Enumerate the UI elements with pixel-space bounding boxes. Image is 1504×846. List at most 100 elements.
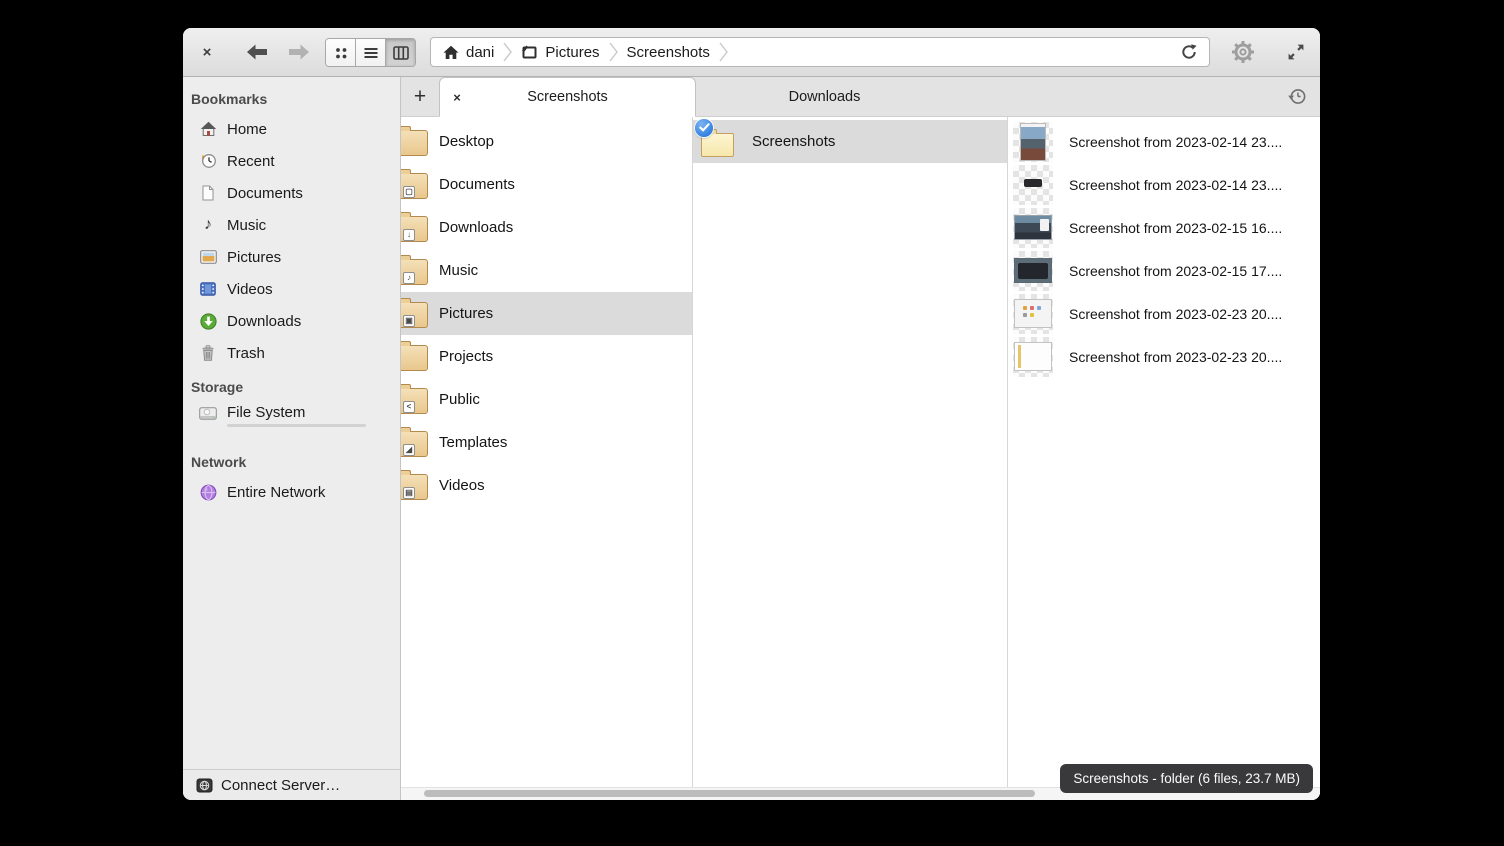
harddisk-icon xyxy=(199,404,217,422)
back-button[interactable] xyxy=(241,41,273,63)
folder-row-templates[interactable]: ◢ Templates xyxy=(401,421,692,464)
folder-name: Public xyxy=(439,391,480,408)
file-row[interactable]: Screenshot from 2023-02-15 16.... xyxy=(1008,206,1320,249)
titlebar: × xyxy=(183,28,1320,77)
sidebar-section-bookmarks: Bookmarks xyxy=(183,81,400,113)
folder-icon xyxy=(401,130,428,156)
folder-row-pictures[interactable]: ▣ Pictures xyxy=(401,292,692,335)
trash-icon xyxy=(199,344,217,362)
file-row[interactable]: Screenshot from 2023-02-23 20.... xyxy=(1008,335,1320,378)
refresh-button[interactable] xyxy=(1177,40,1201,64)
sidebar-item-label: Pictures xyxy=(227,249,281,266)
list-view-button[interactable] xyxy=(356,39,386,66)
column-pictures: Screenshots xyxy=(693,117,1008,800)
connect-server-button[interactable]: Connect Server… xyxy=(183,769,400,800)
sidebar-item-label: Trash xyxy=(227,345,265,362)
folder-row-videos[interactable]: ▤ Videos xyxy=(401,464,692,507)
sidebar-item-documents[interactable]: Documents xyxy=(183,177,400,209)
sidebar-item-home[interactable]: Home xyxy=(183,113,400,145)
folder-row-desktop[interactable]: Desktop xyxy=(401,120,692,163)
sidebar-item-trash[interactable]: Trash xyxy=(183,337,400,369)
folder-name: Screenshots xyxy=(752,133,835,150)
file-row[interactable]: Screenshot from 2023-02-23 20.... xyxy=(1008,292,1320,335)
disk-usage-bar xyxy=(227,424,366,427)
miller-columns: Desktop ▢ Documents ↓ Downloads ♪ Music xyxy=(401,117,1320,800)
folder-icon: ♪ xyxy=(401,259,428,285)
forward-button[interactable] xyxy=(283,41,315,63)
breadcrumb-screenshots[interactable]: Screenshots xyxy=(627,38,710,66)
status-tooltip: Screenshots - folder (6 files, 23.7 MB) xyxy=(1060,764,1313,793)
horizontal-scrollbar-thumb[interactable] xyxy=(424,790,1035,797)
sidebar-item-label: Entire Network xyxy=(227,484,325,501)
refresh-icon xyxy=(1180,43,1198,61)
gear-icon xyxy=(1230,39,1256,65)
window-close-button[interactable]: × xyxy=(195,41,219,63)
file-name: Screenshot from 2023-02-23 20.... xyxy=(1069,306,1282,322)
pictures-icon xyxy=(521,44,538,60)
file-row[interactable]: Screenshot from 2023-02-14 23.... xyxy=(1008,163,1320,206)
image-thumbnail xyxy=(1013,337,1053,377)
video-emblem-icon: ▤ xyxy=(403,487,415,499)
breadcrumb-label: Pictures xyxy=(545,44,599,61)
home-icon xyxy=(199,120,217,138)
grid-view-icon xyxy=(332,44,350,62)
sidebar-item-entire-network[interactable]: Entire Network xyxy=(183,476,400,508)
document-emblem-icon: ▢ xyxy=(403,186,415,198)
tab-screenshots[interactable]: × Screenshots xyxy=(439,77,696,117)
share-emblem-icon: < xyxy=(403,401,415,413)
folder-name: Videos xyxy=(439,477,485,494)
folder-icon xyxy=(401,345,428,371)
music-emblem-icon: ♪ xyxy=(403,272,415,284)
tab-history-button[interactable] xyxy=(1274,77,1320,116)
new-tab-button[interactable]: + xyxy=(401,77,439,116)
file-name: Screenshot from 2023-02-23 20.... xyxy=(1069,349,1282,365)
download-circle-icon xyxy=(199,312,217,330)
folder-icon: < xyxy=(401,388,428,414)
column-view-button[interactable] xyxy=(386,39,415,66)
folder-row-music[interactable]: ♪ Music xyxy=(401,249,692,292)
template-emblem-icon: ◢ xyxy=(403,444,415,456)
tab-close-button[interactable]: × xyxy=(440,90,474,105)
image-thumbnail xyxy=(1013,122,1053,162)
sidebar-item-file-system[interactable]: File System xyxy=(183,401,400,444)
column-screenshots: Screenshot from 2023-02-14 23.... Screen… xyxy=(1008,117,1320,800)
sidebar-item-pictures[interactable]: Pictures xyxy=(183,241,400,273)
folder-row-screenshots[interactable]: Screenshots xyxy=(693,120,1007,163)
folder-row-downloads[interactable]: ↓ Downloads xyxy=(401,206,692,249)
list-view-icon xyxy=(362,44,380,62)
breadcrumb-label: dani xyxy=(466,44,494,61)
sidebar-section-storage: Storage xyxy=(183,369,400,401)
sidebar-item-music[interactable]: ♪ Music xyxy=(183,209,400,241)
folder-name: Templates xyxy=(439,434,507,451)
breadcrumb-home[interactable]: dani xyxy=(443,38,494,66)
image-thumbnail xyxy=(1013,208,1053,248)
file-name: Screenshot from 2023-02-14 23.... xyxy=(1069,177,1282,193)
sidebar-item-videos[interactable]: Videos xyxy=(183,273,400,305)
folder-name: Documents xyxy=(439,176,515,193)
column-places: Desktop ▢ Documents ↓ Downloads ♪ Music xyxy=(401,117,693,800)
tab-bar: + × Screenshots Downloads xyxy=(401,77,1320,117)
breadcrumb-pictures[interactable]: Pictures xyxy=(521,38,599,66)
sidebar-item-recent[interactable]: Recent xyxy=(183,145,400,177)
file-manager-window: × xyxy=(183,28,1320,800)
settings-menu-button[interactable] xyxy=(1229,39,1257,65)
tab-downloads[interactable]: Downloads xyxy=(696,77,953,116)
file-name: Screenshot from 2023-02-14 23.... xyxy=(1069,134,1282,150)
server-icon xyxy=(195,776,213,794)
folder-icon: ▤ xyxy=(401,474,428,500)
sidebar-section-network: Network xyxy=(183,444,400,476)
folder-name: Projects xyxy=(439,348,493,365)
music-note-icon: ♪ xyxy=(199,216,217,234)
folder-row-documents[interactable]: ▢ Documents xyxy=(401,163,692,206)
sidebar-item-downloads[interactable]: Downloads xyxy=(183,305,400,337)
file-row[interactable]: Screenshot from 2023-02-15 17.... xyxy=(1008,249,1320,292)
photo-emblem-icon: ▣ xyxy=(403,315,415,327)
grid-view-button[interactable] xyxy=(326,39,356,66)
filmstrip-icon xyxy=(199,280,217,298)
folder-row-public[interactable]: < Public xyxy=(401,378,692,421)
folder-row-projects[interactable]: Projects xyxy=(401,335,692,378)
fullscreen-button[interactable] xyxy=(1283,41,1309,63)
file-row[interactable]: Screenshot from 2023-02-14 23.... xyxy=(1008,120,1320,163)
selected-check-badge-icon xyxy=(695,119,713,137)
forward-arrow-icon xyxy=(287,43,311,61)
